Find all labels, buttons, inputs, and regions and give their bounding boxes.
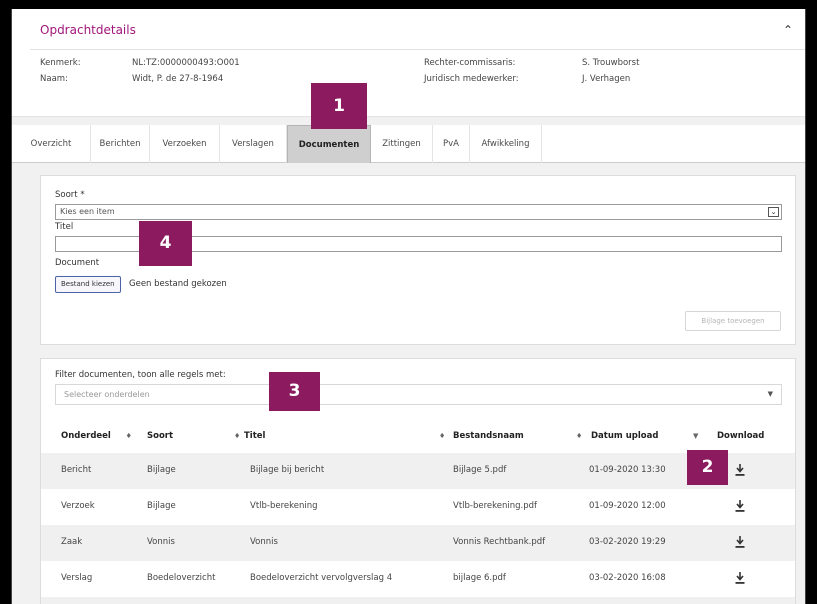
tab-verzoeken[interactable]: Verzoeken bbox=[150, 125, 220, 163]
col-soort[interactable]: Soort bbox=[147, 431, 173, 441]
callout-badge-4: 4 bbox=[139, 221, 192, 266]
soort-select-value: Kies een item bbox=[60, 207, 115, 216]
download-icon[interactable] bbox=[734, 499, 746, 513]
details-title: Opdrachtdetails bbox=[40, 23, 136, 37]
add-attachment-button[interactable]: Bijlage toevoegen bbox=[685, 311, 781, 331]
filter-select[interactable]: Selecteer onderdelen ▼ bbox=[55, 384, 782, 405]
tab-verslagen[interactable]: Verslagen bbox=[220, 125, 287, 163]
download-icon[interactable] bbox=[734, 463, 746, 477]
col-datum-upload[interactable]: Datum upload bbox=[591, 431, 658, 441]
document-label: Document bbox=[55, 258, 100, 268]
filter-placeholder: Selecteer onderdelen bbox=[64, 390, 150, 399]
col-download: Download bbox=[717, 431, 765, 441]
jm-label: Juridisch medewerker: bbox=[424, 74, 519, 84]
sort-titel-icon[interactable]: ♦ bbox=[439, 431, 445, 441]
jm-value: J. Verhagen bbox=[582, 74, 631, 84]
sort-soort-icon[interactable]: ♦ bbox=[234, 431, 240, 441]
soort-select[interactable]: Kies een item ⌄ bbox=[55, 204, 782, 220]
col-titel[interactable]: Titel bbox=[244, 431, 265, 441]
tab-overzicht[interactable]: Overzicht bbox=[12, 125, 91, 163]
table-row: Zaak Vonnis Vonnis Vonnis Rechtbank.pdf … bbox=[41, 525, 795, 561]
download-icon[interactable] bbox=[734, 535, 746, 549]
download-icon[interactable] bbox=[734, 571, 746, 585]
sort-datum-icon[interactable]: ▼ bbox=[693, 431, 698, 441]
callout-badge-3: 3 bbox=[269, 372, 320, 411]
table-row: Bericht Bijlage Bijlage bij bericht Bijl… bbox=[41, 453, 795, 489]
rc-label: Rechter-commissaris: bbox=[424, 58, 516, 68]
table-row: Verzoek Bijlage Vtlb-berekening Vtlb-ber… bbox=[41, 489, 795, 525]
choose-file-button[interactable]: Bestand kiezen bbox=[55, 276, 121, 293]
table-row: Verslag Boedeloverzicht Boedeloverzicht … bbox=[41, 561, 795, 597]
callout-badge-1: 1 bbox=[311, 83, 367, 129]
soort-label: Soort * bbox=[55, 190, 85, 200]
sort-icon: ♦ bbox=[125, 432, 132, 440]
app-frame: Opdrachtdetails ⌃ Kenmerk: NL:TZ:0000000… bbox=[11, 9, 806, 604]
rc-value: S. Trouwborst bbox=[582, 58, 640, 68]
col-bestandsnaam[interactable]: Bestandsnaam bbox=[453, 431, 524, 441]
kenmerk-label: Kenmerk: bbox=[40, 58, 81, 68]
tab-documenten[interactable]: Documenten bbox=[287, 125, 371, 163]
dropdown-arrow-icon: ▼ bbox=[767, 390, 773, 398]
collapse-caret-icon[interactable]: ⌃ bbox=[783, 23, 793, 37]
table-row bbox=[41, 597, 795, 604]
sort-bestandsnaam-icon[interactable]: ♦ bbox=[576, 431, 582, 441]
kenmerk-value: NL:TZ:0000000493:O001 bbox=[132, 58, 240, 68]
naam-value: Widt, P. de 27-8-1964 bbox=[132, 74, 224, 84]
naam-label: Naam: bbox=[40, 74, 68, 84]
chevron-down-icon: ⌄ bbox=[768, 207, 779, 217]
titel-label: Titel bbox=[55, 222, 74, 232]
documents-panel: Filter documenten, toon alle regels met:… bbox=[40, 358, 796, 604]
col-onderdeel[interactable]: Onderdeel ♦ bbox=[61, 431, 132, 441]
callout-badge-2: 2 bbox=[687, 450, 728, 485]
opdrachtdetails-panel: Opdrachtdetails ⌃ Kenmerk: NL:TZ:0000000… bbox=[12, 9, 805, 117]
tab-bar: Overzicht Berichten Verzoeken Verslagen … bbox=[12, 125, 805, 163]
tab-afwikkeling[interactable]: Afwikkeling bbox=[470, 125, 542, 163]
tab-pva[interactable]: PvA bbox=[433, 125, 470, 163]
tab-zittingen[interactable]: Zittingen bbox=[371, 125, 433, 163]
filter-label: Filter documenten, toon alle regels met: bbox=[55, 370, 226, 380]
divider bbox=[30, 49, 805, 50]
tab-berichten[interactable]: Berichten bbox=[91, 125, 150, 163]
file-status-text: Geen bestand gekozen bbox=[129, 279, 227, 289]
